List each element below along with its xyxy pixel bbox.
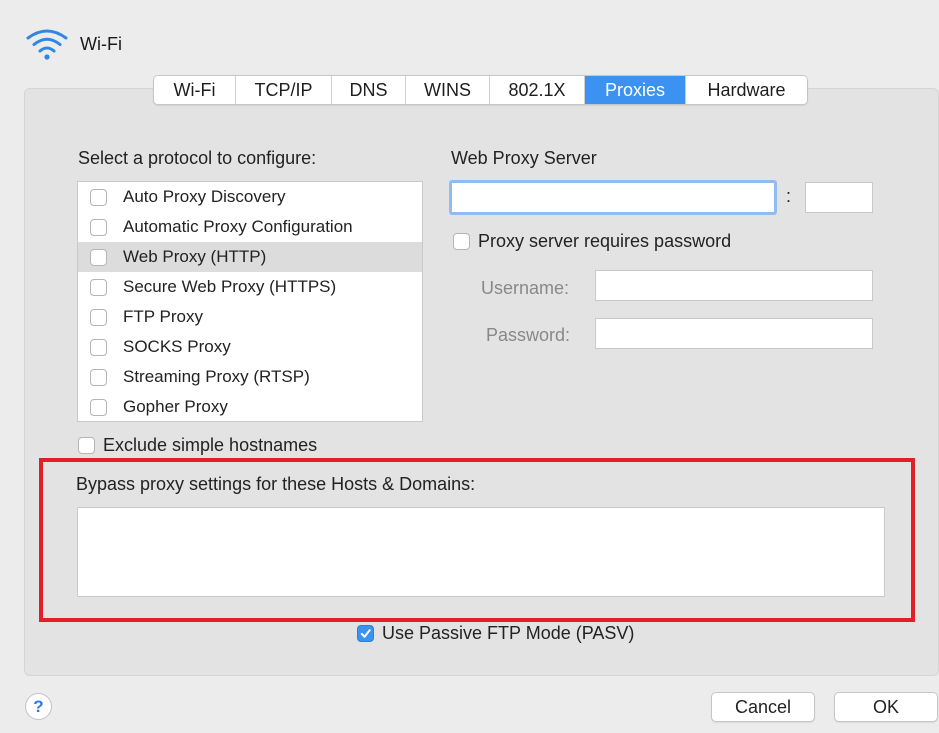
exclude-simple-hostnames-row[interactable]: Exclude simple hostnames	[78, 435, 317, 456]
protocol-checkbox[interactable]	[90, 248, 107, 266]
protocol-label: Secure Web Proxy (HTTPS)	[123, 277, 337, 296]
protocol-checkbox[interactable]	[90, 188, 107, 206]
ok-button[interactable]: OK	[834, 692, 938, 722]
tab-8021x[interactable]: 802.1X	[490, 76, 585, 104]
protocol-item-socks-proxy[interactable]: SOCKS Proxy	[78, 332, 422, 362]
requires-password-row[interactable]: Proxy server requires password	[453, 231, 731, 252]
cancel-button[interactable]: Cancel	[711, 692, 815, 722]
exclude-simple-hostnames-checkbox[interactable]	[78, 437, 95, 454]
protocol-checkbox[interactable]	[90, 368, 107, 386]
network-proxies-window: Wi-Fi Wi-Fi TCP/IP DNS WINS 802.1X Proxi…	[0, 0, 939, 733]
protocol-checkbox[interactable]	[90, 338, 107, 356]
window-header: Wi-Fi	[22, 26, 122, 62]
tab-tcpip[interactable]: TCP/IP	[236, 76, 332, 104]
tab-wins[interactable]: WINS	[406, 76, 490, 104]
proxy-port-input[interactable]	[805, 182, 873, 213]
help-button[interactable]: ?	[25, 693, 52, 720]
protocol-item-ftp-proxy[interactable]: FTP Proxy	[78, 302, 422, 332]
password-field[interactable]	[595, 318, 873, 349]
port-separator: :	[786, 186, 792, 206]
bypass-hosts-textarea[interactable]	[77, 507, 885, 597]
protocol-item-secure-web-proxy-https[interactable]: Secure Web Proxy (HTTPS)	[78, 272, 422, 302]
window-title: Wi-Fi	[80, 33, 122, 54]
web-proxy-server-heading: Web Proxy Server	[451, 148, 597, 168]
tab-hardware[interactable]: Hardware	[686, 76, 807, 104]
username-field[interactable]	[595, 270, 873, 301]
protocol-checkbox[interactable]	[90, 308, 107, 326]
protocol-list[interactable]: Auto Proxy Discovery Automatic Proxy Con…	[77, 181, 423, 422]
protocol-label: Automatic Proxy Configuration	[123, 217, 353, 236]
protocol-label: FTP Proxy	[123, 307, 203, 326]
passive-ftp-label: Use Passive FTP Mode (PASV)	[382, 623, 635, 643]
protocol-checkbox[interactable]	[90, 218, 107, 236]
tab-wifi[interactable]: Wi-Fi	[154, 76, 236, 104]
username-label: Username:	[481, 278, 570, 298]
tab-dns[interactable]: DNS	[332, 76, 406, 104]
protocol-checkbox[interactable]	[90, 398, 107, 416]
passive-ftp-checkbox[interactable]	[357, 625, 374, 642]
password-label: Password:	[486, 325, 571, 345]
protocol-label: Streaming Proxy (RTSP)	[123, 367, 310, 386]
proxy-server-input[interactable]	[449, 180, 777, 215]
protocol-item-web-proxy-http[interactable]: Web Proxy (HTTP)	[78, 242, 422, 272]
protocol-label: Web Proxy (HTTP)	[123, 247, 267, 266]
passive-ftp-row[interactable]: Use Passive FTP Mode (PASV)	[357, 623, 634, 644]
exclude-simple-hostnames-label: Exclude simple hostnames	[103, 435, 318, 455]
protocol-label: Auto Proxy Discovery	[123, 187, 286, 206]
protocol-item-automatic-proxy-configuration[interactable]: Automatic Proxy Configuration	[78, 212, 422, 242]
wifi-icon	[26, 29, 68, 60]
protocol-item-gopher-proxy[interactable]: Gopher Proxy	[78, 392, 422, 422]
checkmark-icon	[360, 629, 371, 638]
bypass-heading: Bypass proxy settings for these Hosts & …	[76, 474, 476, 494]
protocol-item-streaming-proxy-rtsp[interactable]: Streaming Proxy (RTSP)	[78, 362, 422, 392]
tab-proxies[interactable]: Proxies	[585, 76, 686, 104]
protocol-list-heading: Select a protocol to configure:	[78, 148, 317, 168]
protocol-checkbox[interactable]	[90, 278, 107, 296]
protocol-item-auto-proxy-discovery[interactable]: Auto Proxy Discovery	[78, 182, 422, 212]
protocol-label: Gopher Proxy	[123, 397, 228, 416]
requires-password-label: Proxy server requires password	[478, 231, 732, 251]
protocol-label: SOCKS Proxy	[123, 337, 231, 356]
tab-bar: Wi-Fi TCP/IP DNS WINS 802.1X Proxies Har…	[153, 75, 808, 105]
requires-password-checkbox[interactable]	[453, 233, 470, 250]
